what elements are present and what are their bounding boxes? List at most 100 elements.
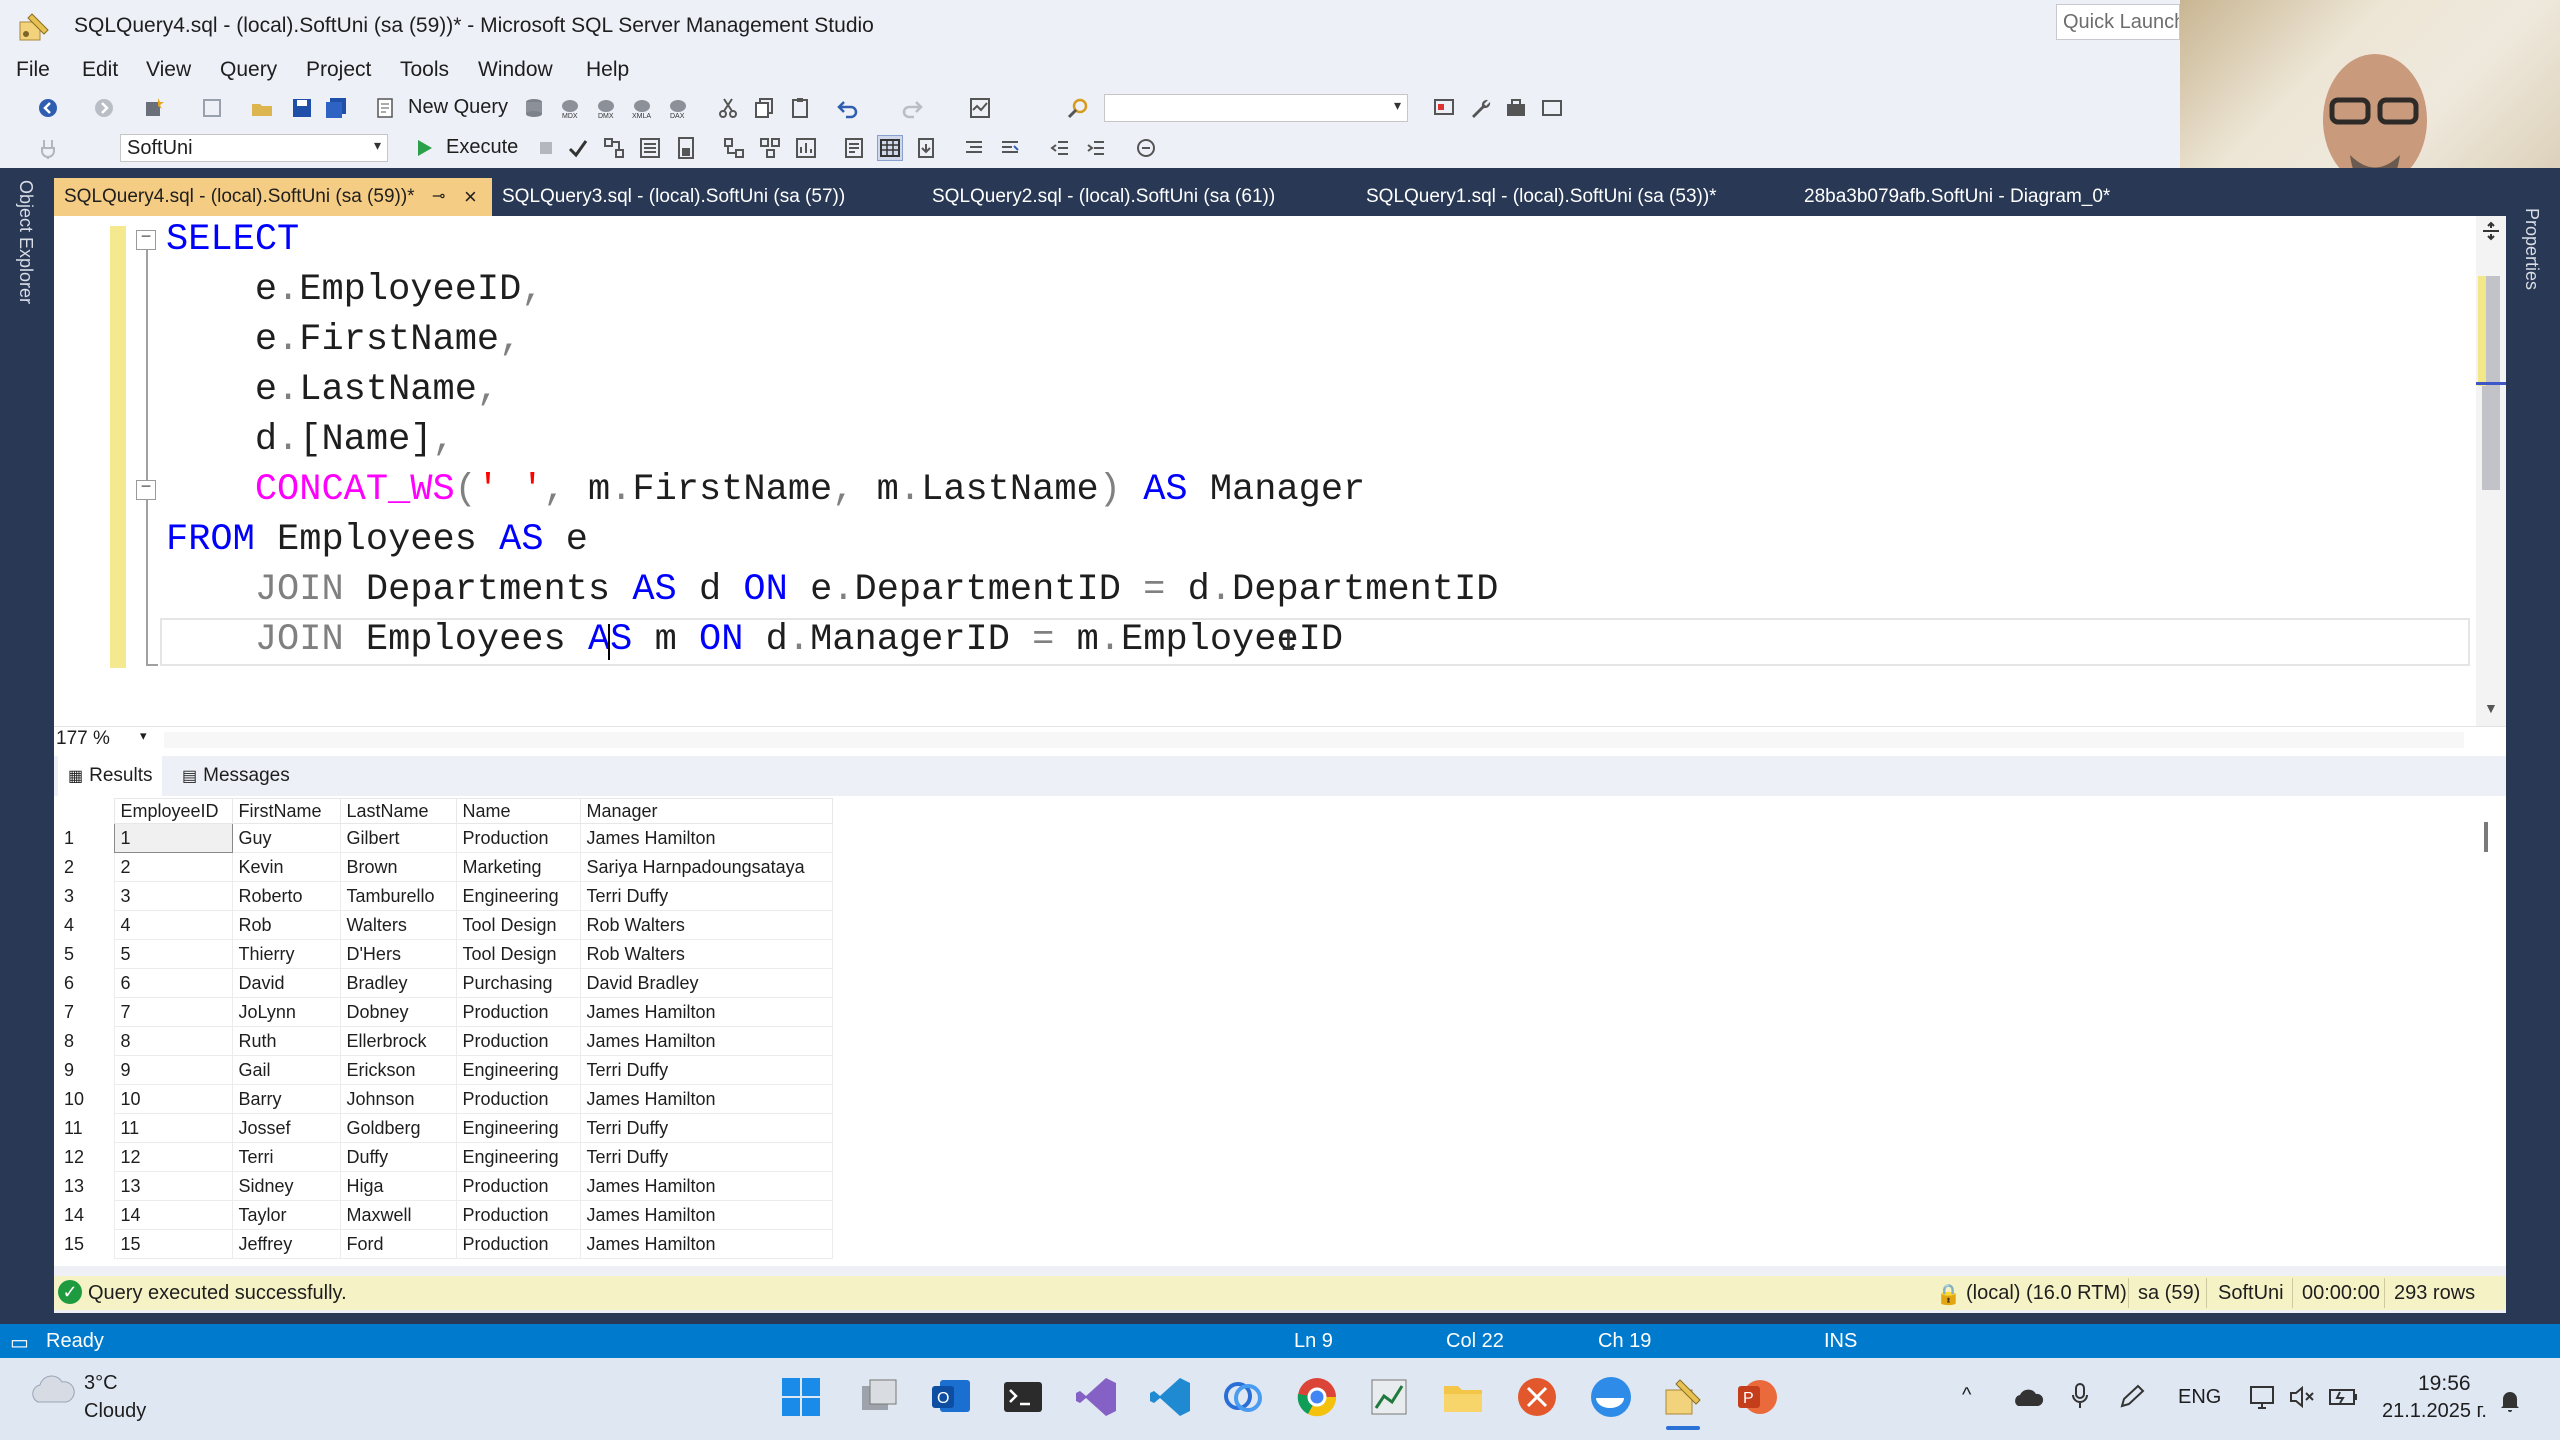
pen-icon[interactable] (2118, 1384, 2146, 1410)
tab-results[interactable]: ▦ Results (58, 756, 163, 796)
grid-cell[interactable]: Terri (231, 1142, 341, 1172)
increase-indent-icon[interactable] (1084, 136, 1108, 160)
display-estimated-plan-icon[interactable] (602, 136, 626, 160)
grid-cell[interactable]: 6 (113, 968, 233, 998)
grid-cell[interactable]: Production (455, 1026, 581, 1056)
cut-icon[interactable] (716, 96, 740, 120)
grid-cell[interactable]: Higa (339, 1171, 457, 1201)
excel-chart-icon[interactable] (1366, 1374, 1412, 1420)
row-number[interactable]: 5 (58, 940, 114, 969)
table-row[interactable]: 11 11 Jossef Goldberg Engineering Terri Duffy (58, 1113, 833, 1143)
results-to-grid-icon[interactable] (877, 135, 903, 161)
grid-cell[interactable]: 13 (113, 1171, 233, 1201)
quick-launch-input[interactable]: Quick Launch (2056, 4, 2180, 40)
save-icon[interactable] (290, 96, 314, 120)
battery-icon[interactable] (2328, 1386, 2358, 1408)
decrease-indent-icon[interactable] (1048, 136, 1072, 160)
editor-horizontal-scrollbar[interactable] (164, 732, 2464, 748)
grid-cell[interactable]: Rob Walters (579, 910, 833, 940)
available-databases-select[interactable]: SoftUni ▾ (120, 134, 388, 162)
grid-cell[interactable]: James Hamilton (579, 1171, 833, 1201)
grid-cell[interactable]: Production (455, 1084, 581, 1114)
cloud-weather-icon[interactable] (28, 1372, 76, 1406)
grid-cell[interactable]: 14 (113, 1200, 233, 1230)
paste-icon[interactable] (788, 96, 812, 120)
grid-cell[interactable]: JoLynn (231, 997, 341, 1027)
table-row[interactable]: 1 1 Guy Gilbert Production James Hamilton (58, 823, 833, 853)
grid-cell[interactable]: James Hamilton (579, 1200, 833, 1230)
include-actual-plan-icon[interactable] (722, 136, 746, 160)
table-row[interactable]: 5 5 Thierry D'Hers Tool Design Rob Walters (58, 939, 833, 969)
new-query-icon[interactable] (374, 96, 398, 120)
row-number[interactable]: 13 (58, 1172, 114, 1201)
object-explorer-tab[interactable]: Object Explorer (15, 180, 36, 304)
column-header[interactable]: EmployeeID (113, 798, 233, 824)
grid-cell[interactable]: Marketing (455, 852, 581, 882)
grid-cell[interactable]: Jossef (231, 1113, 341, 1143)
menu-query[interactable]: Query (220, 56, 277, 84)
row-number[interactable]: 12 (58, 1143, 114, 1172)
toolbox-icon[interactable] (1504, 96, 1528, 120)
grid-cell[interactable]: James Hamilton (579, 823, 833, 853)
close-icon[interactable]: × (464, 178, 477, 216)
forward-icon[interactable] (92, 96, 116, 120)
microphone-icon[interactable] (2070, 1382, 2090, 1410)
row-number[interactable]: 4 (58, 911, 114, 940)
grid-cell[interactable]: Walters (339, 910, 457, 940)
grid-cell[interactable]: James Hamilton (579, 1084, 833, 1114)
grid-cell[interactable]: 9 (113, 1055, 233, 1085)
grid-cell[interactable]: James Hamilton (579, 1026, 833, 1056)
ssms-taskbar-icon[interactable] (1660, 1374, 1706, 1420)
grid-cell[interactable]: Ellerbrock (339, 1026, 457, 1056)
row-number[interactable]: 11 (58, 1114, 114, 1143)
grid-cell[interactable]: Bradley (339, 968, 457, 998)
comment-lines-icon[interactable] (962, 136, 986, 160)
grid-cell[interactable]: Production (455, 823, 581, 853)
column-header[interactable]: Name (455, 798, 581, 824)
dmx-query-icon[interactable]: DMX (594, 96, 618, 120)
window-layout-icon[interactable] (1540, 96, 1564, 120)
grid-cell[interactable]: Rob (231, 910, 341, 940)
open-file-icon[interactable] (250, 96, 274, 120)
powerpoint-icon[interactable]: P (1734, 1374, 1780, 1420)
row-number[interactable]: 8 (58, 1027, 114, 1056)
weather-description[interactable]: Cloudy (84, 1400, 146, 1423)
visual-studio-icon[interactable] (1074, 1374, 1120, 1420)
specify-template-values-icon[interactable] (1134, 136, 1158, 160)
grid-cell[interactable]: 1 (113, 823, 233, 853)
grid-cell[interactable]: Purchasing (455, 968, 581, 998)
table-row[interactable]: 4 4 Rob Walters Tool Design Rob Walters (58, 910, 833, 940)
database-engine-query-icon[interactable] (522, 96, 546, 120)
new-query-button[interactable]: New Query (408, 96, 508, 119)
menu-file[interactable]: File (16, 56, 50, 84)
tab-sqlquery3[interactable]: SQLQuery3.sql - (local).SoftUni (sa (57)… (492, 178, 922, 216)
menu-help[interactable]: Help (586, 56, 629, 84)
zoom-select[interactable]: 177 % ▾ (56, 728, 156, 754)
row-number[interactable]: 6 (58, 969, 114, 998)
grid-cell[interactable]: Production (455, 997, 581, 1027)
redo-icon[interactable] (900, 96, 924, 120)
undo-icon[interactable] (836, 96, 860, 120)
uncomment-lines-icon[interactable] (998, 136, 1022, 160)
connect-icon[interactable] (36, 136, 60, 160)
grid-cell[interactable]: Terri Duffy (579, 1142, 833, 1172)
grid-cell[interactable]: Terri Duffy (579, 881, 833, 911)
grid-cell[interactable]: 10 (113, 1084, 233, 1114)
grid-cell[interactable]: Tamburello (339, 881, 457, 911)
grid-cell[interactable]: Engineering (455, 881, 581, 911)
grid-cell[interactable]: Production (455, 1229, 581, 1259)
row-number[interactable]: 10 (58, 1085, 114, 1114)
show-hidden-icons-chevron-icon[interactable]: ^ (1962, 1384, 1971, 1407)
client-statistics-icon[interactable] (794, 136, 818, 160)
grid-cell[interactable]: James Hamilton (579, 997, 833, 1027)
row-number[interactable]: 2 (58, 853, 114, 882)
table-row[interactable]: 15 15 Jeffrey Ford Production James Hamilton (58, 1229, 833, 1259)
save-all-icon[interactable] (324, 96, 348, 120)
dax-query-icon[interactable]: DAX (666, 96, 690, 120)
grid-cell[interactable]: 11 (113, 1113, 233, 1143)
clock-time[interactable]: 19:56 (2418, 1372, 2471, 1396)
table-row[interactable]: 14 14 Taylor Maxwell Production James Hamilto… (58, 1200, 833, 1230)
grid-cell[interactable]: Jeffrey (231, 1229, 341, 1259)
table-row[interactable]: 12 12 Terri Duffy Engineering Terri Duffy (58, 1142, 833, 1172)
grid-cell[interactable]: Duffy (339, 1142, 457, 1172)
